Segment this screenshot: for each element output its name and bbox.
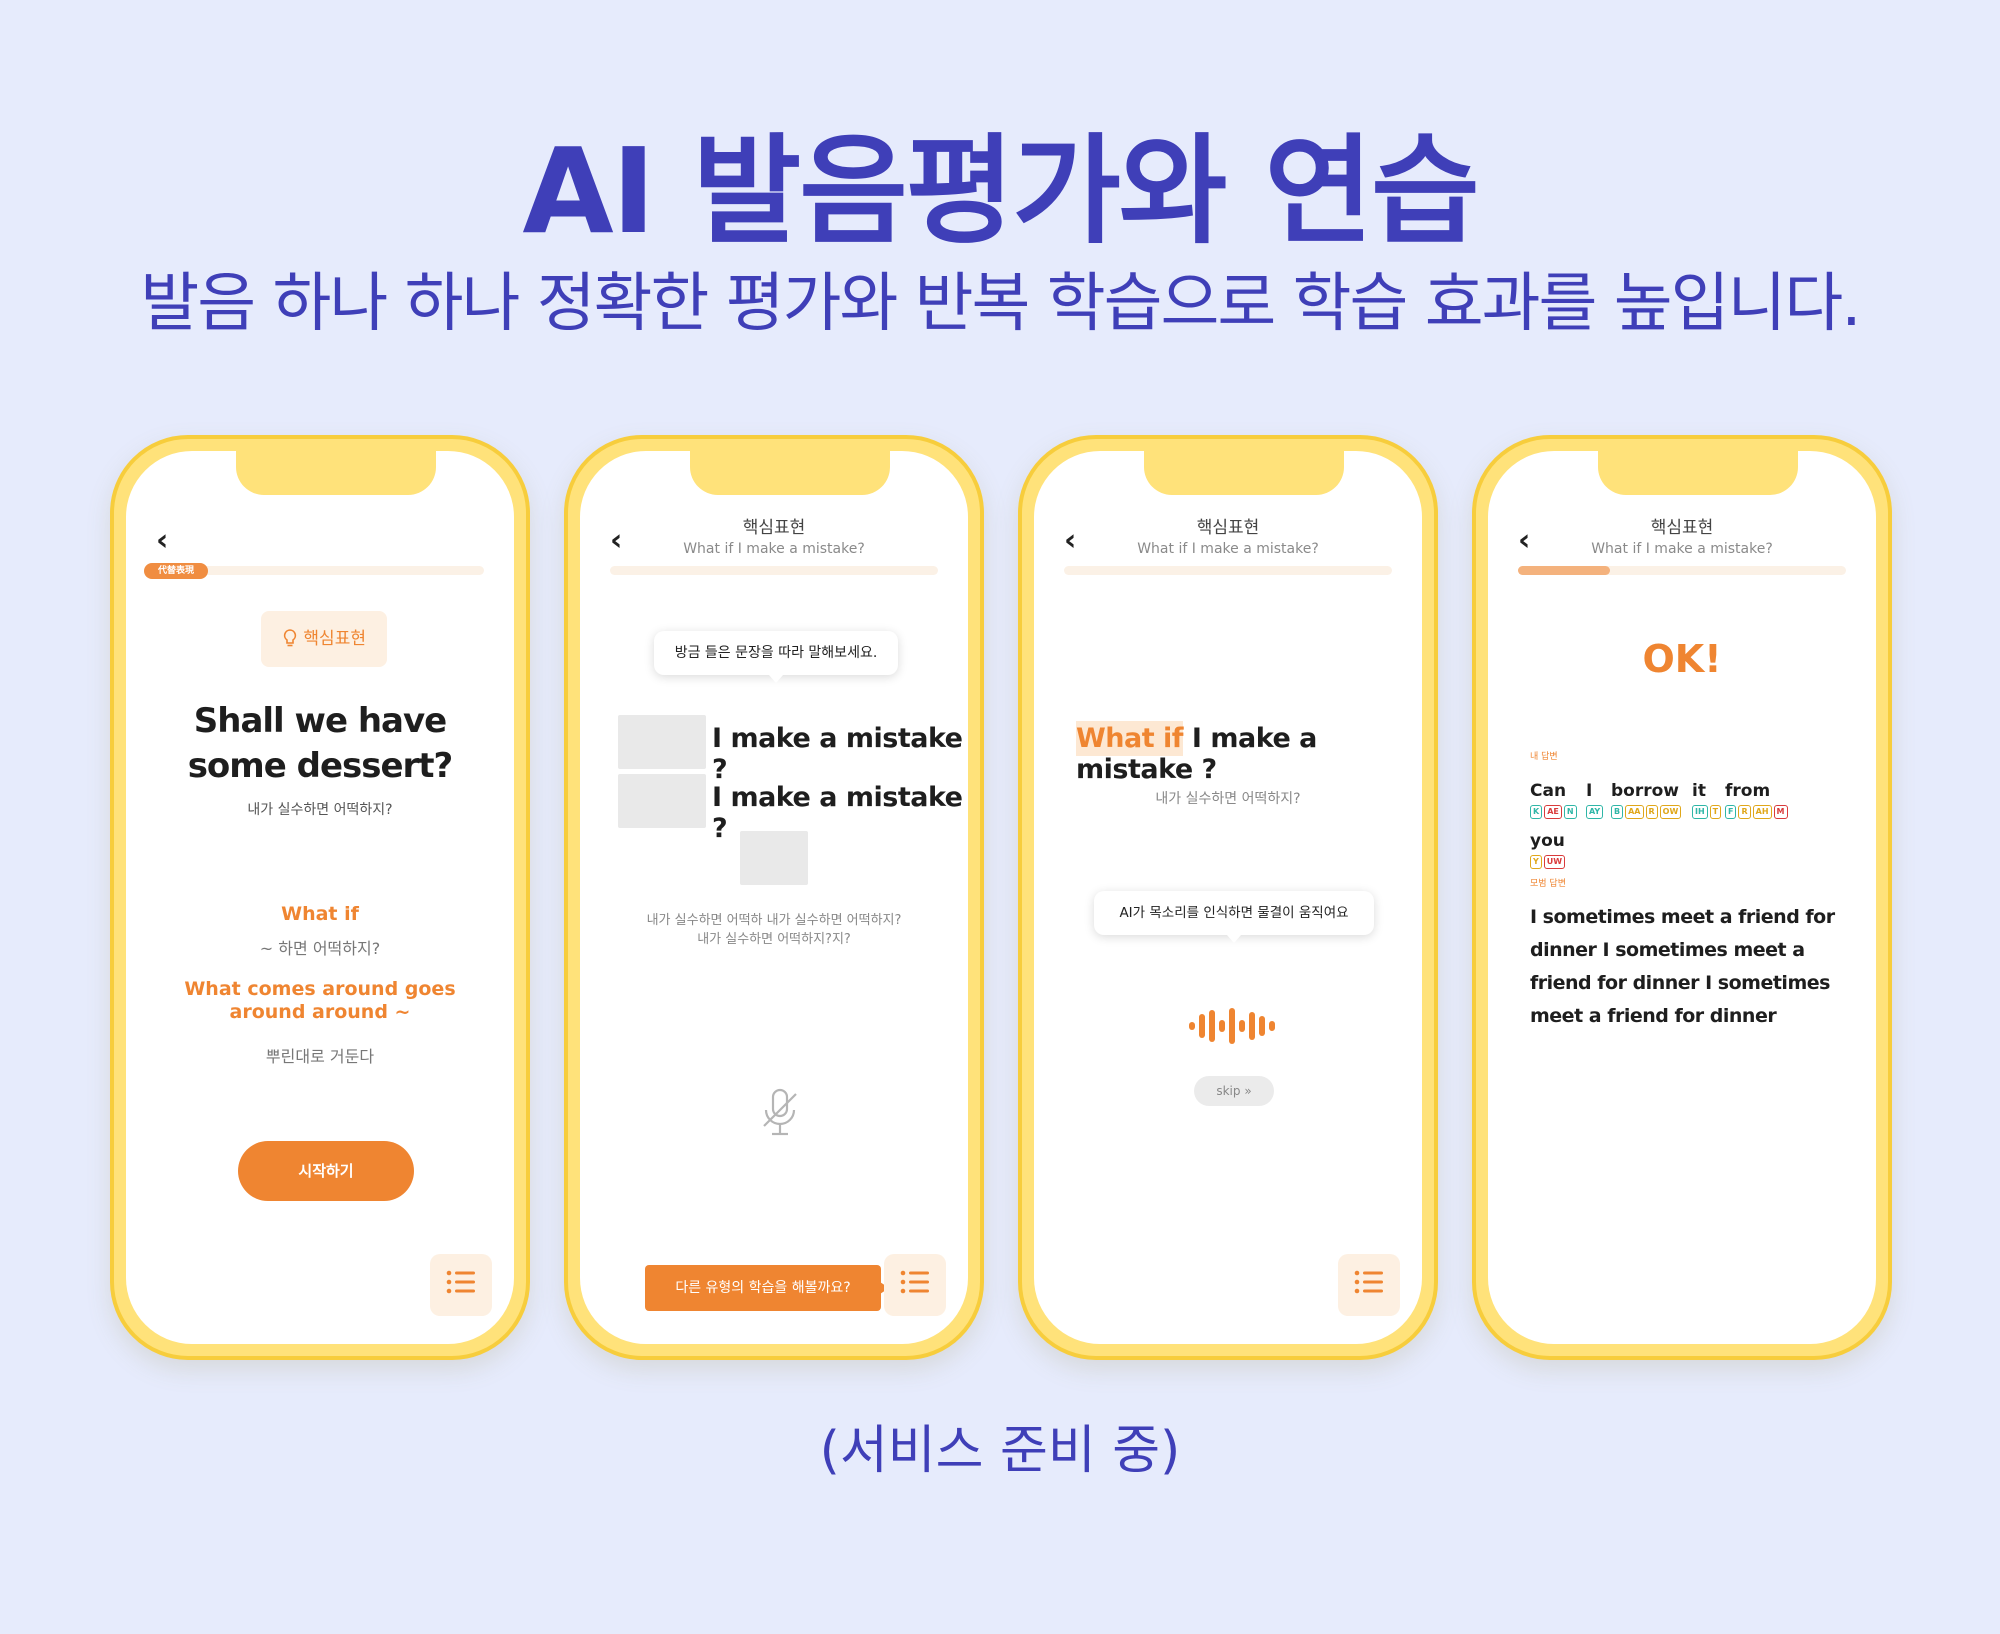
expression-1: What if bbox=[281, 903, 359, 925]
list-icon bbox=[1354, 1270, 1383, 1294]
model-answer-label: 모범 답변 bbox=[1530, 879, 1566, 889]
phoneme-badge: N bbox=[1563, 805, 1577, 819]
core-expression-pill: 핵심표현 bbox=[261, 611, 387, 667]
highlighted-sentence: What if I make a mistake ? bbox=[1076, 721, 1422, 785]
expression-1-meaning: ~ 하면 어떡하지? bbox=[259, 939, 381, 958]
translation-line1: 내가 실수하면 어떡하 내가 실수하면 어떡하지? bbox=[646, 913, 902, 928]
answer-word: from bbox=[1725, 781, 1771, 801]
phoneme-group: AY bbox=[1586, 805, 1604, 819]
lightbulb-icon bbox=[282, 629, 303, 649]
progress-fill bbox=[1518, 566, 1610, 575]
highlighted-expression: What if bbox=[1076, 721, 1184, 756]
list-icon bbox=[900, 1270, 929, 1294]
phoneme-badge: M bbox=[1773, 805, 1788, 819]
start-button[interactable]: 시작하기 bbox=[238, 1141, 414, 1201]
back-chevron-left-icon[interactable]: ‹ bbox=[156, 523, 168, 558]
phone-2: ‹ 핵심표현 What if I make a mistake? 방금 들은 문… bbox=[564, 435, 984, 1360]
header-title: 핵심표현 bbox=[1196, 518, 1260, 538]
header-title: 핵심표현 bbox=[742, 518, 806, 538]
service-notice: (서비스 준비 중) bbox=[819, 1421, 1181, 1481]
phoneme-group: F R AH M bbox=[1725, 805, 1788, 819]
phoneme-badge: F bbox=[1725, 805, 1737, 819]
phoneme-badge: IH bbox=[1692, 805, 1708, 819]
list-menu-button[interactable] bbox=[1338, 1254, 1400, 1316]
core-expression-label: 핵심표현 bbox=[303, 629, 366, 649]
main-sentence: Shall we have some dessert? bbox=[126, 699, 514, 789]
phoneme-badge: R bbox=[1738, 805, 1751, 819]
blank-box[interactable] bbox=[740, 831, 808, 885]
header-subtitle: What if I make a mistake? bbox=[1137, 541, 1319, 557]
phoneme-badge: UW bbox=[1543, 855, 1566, 869]
expression-2: What comes around goes around around ~ bbox=[184, 978, 456, 1023]
phone-4-screen: ‹ 핵심표현 What if I make a mistake? OK! 내 답… bbox=[1488, 451, 1876, 1344]
header-title: 핵심표현 bbox=[1650, 518, 1714, 538]
progress-bar bbox=[1518, 566, 1846, 575]
phoneme-group: K AE N bbox=[1530, 805, 1577, 819]
phone-4: ‹ 핵심표현 What if I make a mistake? OK! 내 답… bbox=[1472, 435, 1892, 1360]
sentence-translation: 내가 실수하면 어떡하지? bbox=[247, 802, 393, 818]
sound-wave-icon bbox=[1189, 1008, 1275, 1044]
notch bbox=[1598, 451, 1798, 495]
main-sentence-line2: some dessert? bbox=[187, 746, 454, 786]
skip-label: skip bbox=[1216, 1084, 1241, 1098]
phoneme-group: IH T bbox=[1692, 805, 1722, 819]
list-menu-button[interactable] bbox=[884, 1254, 946, 1316]
phoneme-badge: AH bbox=[1752, 805, 1772, 819]
notch bbox=[690, 451, 890, 495]
expression-tag: 代替表現 bbox=[144, 563, 208, 579]
blank-box[interactable] bbox=[618, 774, 706, 828]
phone-3-screen: ‹ 핵심표현 What if I make a mistake? What if… bbox=[1034, 451, 1422, 1344]
phoneme-group: B AA R OW bbox=[1611, 805, 1682, 819]
notch bbox=[1144, 451, 1344, 495]
header-subtitle: What if I make a mistake? bbox=[683, 541, 865, 557]
translation-line2: 내가 실수하면 어떡하지?지? bbox=[697, 932, 851, 947]
phoneme-badge: AY bbox=[1586, 805, 1604, 819]
notch bbox=[236, 451, 436, 495]
answer-word: borrow bbox=[1611, 781, 1679, 801]
phone-1-screen: ‹ 代替表現 핵심표현 Shall we have some dessert? … bbox=[126, 451, 514, 1344]
blank-box[interactable] bbox=[618, 715, 706, 769]
answer-word: it bbox=[1692, 781, 1706, 801]
result-text: OK! bbox=[1642, 637, 1722, 681]
answer-word: Can bbox=[1530, 781, 1567, 801]
subheadline: 발음 하나 하나 정확한 평가와 반복 학습으로 학습 효과를 높입니다. bbox=[140, 267, 1861, 341]
phoneme-badge: B bbox=[1611, 805, 1624, 819]
mic-off-icon[interactable] bbox=[758, 1086, 802, 1138]
expression-2-meaning: 뿌린대로 거둔다 bbox=[265, 1047, 375, 1066]
phone-3: ‹ 핵심표현 What if I make a mistake? What if… bbox=[1018, 435, 1438, 1360]
phoneme-badge: T bbox=[1709, 805, 1722, 819]
chevrons-down-icon: » bbox=[1244, 1084, 1252, 1098]
skip-button[interactable]: skip » bbox=[1194, 1076, 1274, 1106]
headline: AI 발음평가와 연습 bbox=[522, 122, 1479, 260]
sentence-translation: 내가 실수하면 어떡하지? bbox=[1155, 791, 1301, 807]
phoneme-badge: AA bbox=[1625, 805, 1644, 819]
header-subtitle: What if I make a mistake? bbox=[1591, 541, 1773, 557]
phoneme-badge: OW bbox=[1659, 805, 1682, 819]
main-sentence-line1: Shall we have bbox=[193, 701, 447, 741]
phoneme-badge: K bbox=[1530, 805, 1543, 819]
phoneme-badge: AE bbox=[1544, 805, 1562, 819]
instruction-bubble: 방금 들은 문장을 따라 말해보세요. bbox=[654, 631, 898, 683]
list-icon bbox=[446, 1270, 475, 1294]
answer-word: you bbox=[1530, 831, 1565, 851]
model-answer: I sometimes meet a friend for dinner I s… bbox=[1530, 906, 1835, 1027]
my-answer-label: 내 답변 bbox=[1530, 752, 1558, 762]
phone-1: ‹ 代替表現 핵심표현 Shall we have some dessert? … bbox=[110, 435, 530, 1360]
phoneme-group: Y UW bbox=[1530, 855, 1566, 869]
sentence-1: I make a mistake ? bbox=[712, 723, 963, 785]
other-study-tooltip[interactable]: 다른 유형의 학습을 해볼까요? bbox=[645, 1265, 889, 1311]
phoneme-badge: R bbox=[1645, 805, 1658, 819]
list-menu-button[interactable] bbox=[430, 1254, 492, 1316]
progress-bar bbox=[610, 566, 938, 575]
progress-bar bbox=[1064, 566, 1392, 575]
answer-word: I bbox=[1586, 781, 1593, 801]
phoneme-badge: Y bbox=[1530, 855, 1542, 869]
phone-2-screen: ‹ 핵심표현 What if I make a mistake? 방금 들은 문… bbox=[580, 451, 968, 1344]
ai-voice-bubble: AI가 목소리를 인식하면 물결이 움직여요 bbox=[1094, 891, 1374, 943]
